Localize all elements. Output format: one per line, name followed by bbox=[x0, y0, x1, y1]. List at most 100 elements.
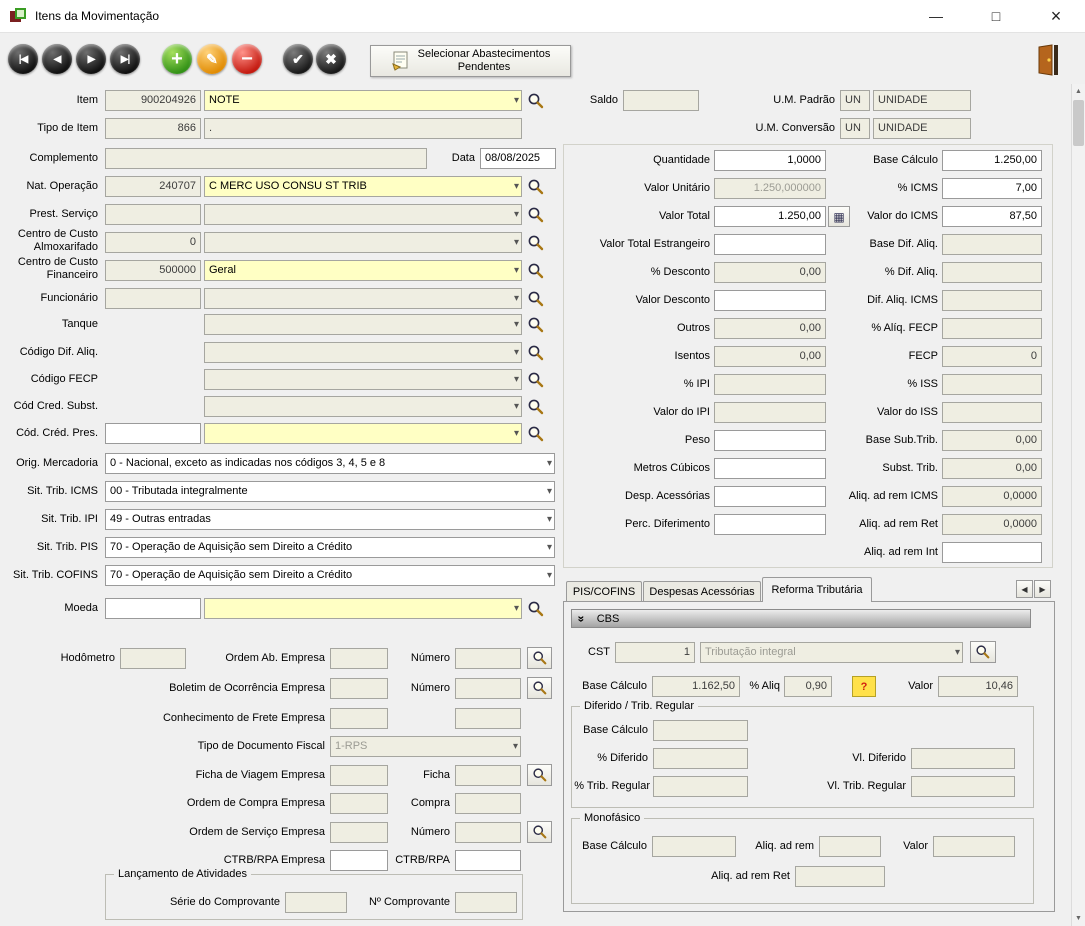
window-controls: — □ × bbox=[899, 0, 1085, 33]
metros-cubicos-field[interactable] bbox=[714, 458, 826, 479]
vertical-scrollbar[interactable]: ▲ ▼ bbox=[1071, 84, 1085, 926]
valor-desconto-field[interactable] bbox=[714, 290, 826, 311]
item-lookup-icon[interactable] bbox=[527, 92, 547, 112]
cod-cred-pres-field[interactable] bbox=[105, 423, 201, 444]
prest-servico-lookup-icon[interactable] bbox=[527, 206, 547, 226]
moeda-field[interactable] bbox=[105, 598, 201, 619]
perc-desconto-label: % Desconto bbox=[565, 266, 710, 279]
codigo-dif-aliq-lookup-icon[interactable] bbox=[527, 344, 547, 364]
cbs-help-button[interactable]: ? bbox=[852, 676, 876, 697]
ctrb-label: CTRB/RPA bbox=[380, 854, 450, 867]
mono-aliq-ad-rem-ret-label: Aliq. ad rem Ret bbox=[698, 870, 790, 883]
cod-cred-pres-combo[interactable]: ▾ bbox=[204, 423, 522, 444]
dropdown-arrow-icon: ▾ bbox=[514, 600, 519, 618]
exit-button[interactable] bbox=[1036, 44, 1060, 79]
valor-total-estrangeiro-field[interactable] bbox=[714, 234, 826, 255]
pencil-icon: ✎ bbox=[206, 51, 218, 68]
tab-pis-cofins[interactable]: PIS/COFINS bbox=[566, 581, 642, 601]
um-padrao-label: U.M. Padrão bbox=[730, 94, 835, 107]
select-pending-refuels-label: Selecionar Abastecimentos Pendentes bbox=[418, 48, 551, 74]
dropdown-arrow-icon: ▾ bbox=[514, 425, 519, 443]
window-title: Itens da Movimentação bbox=[35, 9, 159, 23]
diferido-trib-regular-legend: Diferido / Trib. Regular bbox=[580, 700, 698, 712]
item-combo[interactable]: NOTE▾ bbox=[204, 90, 522, 111]
valor-icms-field[interactable]: 87,50 bbox=[942, 206, 1042, 227]
ordem-servico-lookup-button[interactable] bbox=[527, 821, 552, 843]
scrollbar-thumb[interactable] bbox=[1073, 100, 1084, 146]
dropdown-arrow-icon: ▾ bbox=[514, 178, 519, 196]
sit-trib-cofins-select[interactable]: 70 - Operação de Aquisição sem Direito a… bbox=[105, 565, 555, 586]
aliq-ad-rem-icms-field: 0,0000 bbox=[942, 486, 1042, 507]
confirm-button[interactable]: ✔ bbox=[283, 44, 313, 74]
tab-reforma-tributaria[interactable]: Reforma Tributária bbox=[762, 577, 872, 602]
serie-comprovante-label: Série do Comprovante bbox=[130, 896, 280, 909]
first-record-button[interactable]: |◀ bbox=[8, 44, 38, 74]
hodometro-label: Hodômetro bbox=[25, 652, 115, 665]
dropdown-arrow-icon: ▾ bbox=[547, 539, 552, 557]
quantidade-field[interactable]: 1,0000 bbox=[714, 150, 826, 171]
cod-cred-subst-lookup-icon[interactable] bbox=[527, 398, 547, 418]
tab-scroll-right-button[interactable]: ▶ bbox=[1034, 580, 1051, 598]
dropdown-arrow-icon: ▾ bbox=[547, 483, 552, 501]
ficha-lookup-button[interactable] bbox=[527, 764, 552, 786]
sit-trib-pis-select[interactable]: 70 - Operação de Aquisição sem Direito a… bbox=[105, 537, 555, 558]
tanque-lookup-icon[interactable] bbox=[527, 316, 547, 336]
sit-trib-ipi-select[interactable]: 49 - Outras entradas▾ bbox=[105, 509, 555, 530]
orig-mercadoria-select[interactable]: 0 - Nacional, exceto as indicadas nos có… bbox=[105, 453, 555, 474]
cod-cred-pres-lookup-icon[interactable] bbox=[527, 425, 547, 445]
desp-acessorias-field[interactable] bbox=[714, 486, 826, 507]
orig-mercadoria-label: Orig. Mercadoria bbox=[0, 457, 98, 470]
cc-almoxarifado-label: Centro de CustoAlmoxarifado bbox=[0, 228, 98, 254]
funcionario-lookup-icon[interactable] bbox=[527, 290, 547, 310]
nat-operacao-lookup-icon[interactable] bbox=[527, 178, 547, 198]
dropdown-arrow-icon: ▾ bbox=[955, 644, 960, 662]
ficha-field bbox=[455, 765, 521, 786]
data-field[interactable]: 08/08/2025 bbox=[480, 148, 556, 169]
sit-trib-icms-select[interactable]: 00 - Tributada integralmente▾ bbox=[105, 481, 555, 502]
scroll-down-button[interactable]: ▼ bbox=[1072, 911, 1085, 926]
peso-field[interactable] bbox=[714, 430, 826, 451]
cc-financeiro-lookup-icon[interactable] bbox=[527, 262, 547, 282]
ordem-ab-lookup-button[interactable] bbox=[527, 647, 552, 669]
cst-lookup-button[interactable] bbox=[970, 641, 996, 663]
boletim-lookup-button[interactable] bbox=[527, 677, 552, 699]
ordem-servico-numero-field bbox=[455, 822, 521, 843]
tab-despesas-acessorias[interactable]: Despesas Acessórias bbox=[643, 581, 761, 601]
mono-valor-field bbox=[933, 836, 1015, 857]
ctrb-field[interactable] bbox=[455, 850, 521, 871]
prest-servico-code-field bbox=[105, 204, 201, 225]
select-pending-refuels-button[interactable]: Selecionar Abastecimentos Pendentes bbox=[370, 45, 571, 77]
last-record-button[interactable]: ▶| bbox=[110, 44, 140, 74]
scroll-up-button[interactable]: ▲ bbox=[1072, 84, 1085, 99]
maximize-button[interactable]: □ bbox=[973, 0, 1019, 33]
dropdown-arrow-icon: ▾ bbox=[514, 92, 519, 110]
cc-financeiro-combo[interactable]: Geral▾ bbox=[204, 260, 522, 281]
dropdown-arrow-icon: ▾ bbox=[514, 316, 519, 334]
collapse-icon: » bbox=[574, 615, 588, 622]
add-record-button[interactable]: + bbox=[162, 44, 192, 74]
perc-icms-field[interactable]: 7,00 bbox=[942, 178, 1042, 199]
perc-diferimento-field[interactable] bbox=[714, 514, 826, 535]
moeda-lookup-icon[interactable] bbox=[527, 600, 547, 620]
aliq-ad-rem-ret-field: 0,0000 bbox=[942, 514, 1042, 535]
nat-operacao-combo[interactable]: C MERC USO CONSU ST TRIB▾ bbox=[204, 176, 522, 197]
valor-desconto-label: Valor Desconto bbox=[565, 294, 710, 307]
cancel-button[interactable]: ✖ bbox=[316, 44, 346, 74]
next-record-button[interactable]: ▶ bbox=[76, 44, 106, 74]
codigo-fecp-lookup-icon[interactable] bbox=[527, 371, 547, 391]
edit-record-button[interactable]: ✎ bbox=[197, 44, 227, 74]
aliq-ad-rem-int-field[interactable] bbox=[942, 542, 1042, 563]
previous-record-button[interactable]: ◀ bbox=[42, 44, 72, 74]
base-calculo-field[interactable]: 1.250,00 bbox=[942, 150, 1042, 171]
moeda-combo[interactable]: ▾ bbox=[204, 598, 522, 619]
vl-diferido-label: Vl. Diferido bbox=[830, 752, 906, 765]
conhecimento-numero-field bbox=[455, 708, 521, 729]
cbs-collapse-header[interactable]: » CBS bbox=[571, 609, 1031, 628]
valor-total-field[interactable]: 1.250,00 bbox=[714, 206, 826, 227]
delete-record-button[interactable]: − bbox=[232, 44, 262, 74]
cc-almoxarifado-lookup-icon[interactable] bbox=[527, 234, 547, 254]
cc-almoxarifado-code-field: 0 bbox=[105, 232, 201, 253]
minimize-button[interactable]: — bbox=[913, 0, 959, 33]
close-button[interactable]: × bbox=[1033, 0, 1079, 33]
tab-scroll-left-button[interactable]: ◀ bbox=[1016, 580, 1033, 598]
